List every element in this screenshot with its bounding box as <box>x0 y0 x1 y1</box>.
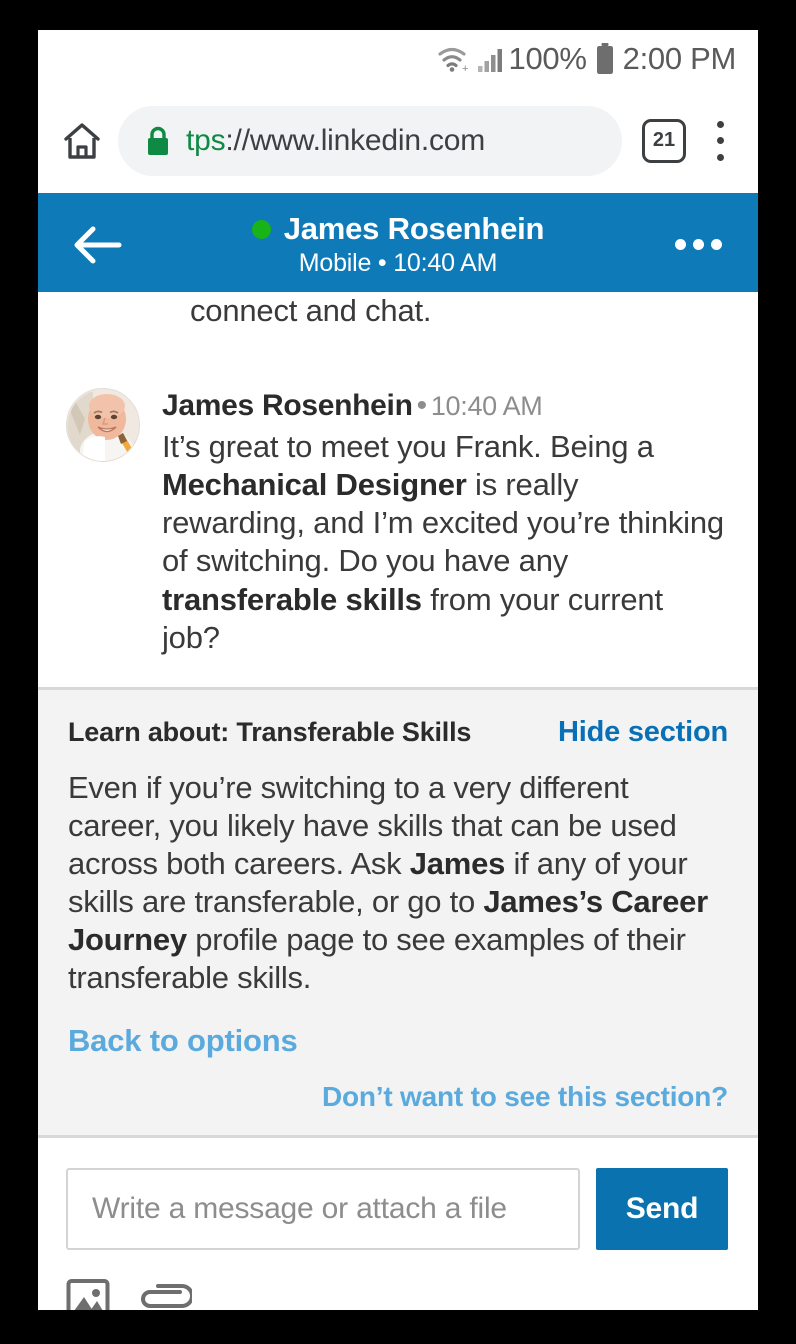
conversation-subtitle: Mobile • 10:40 AM <box>298 249 498 277</box>
back-to-options-link[interactable]: Back to options <box>68 1023 728 1059</box>
james-rosenhein-avatar[interactable] <box>66 388 140 462</box>
composer-row: Send <box>66 1167 728 1250</box>
url-text: tps://www.linkedin.com <box>186 124 485 158</box>
message-content: James Rosenhein • 10:40 AM It’s great to m… <box>162 388 728 657</box>
more-dot-2 <box>692 239 704 250</box>
conversation-title-block: James Rosenhein Mobile • 10:40 AM <box>130 211 666 278</box>
learn-section-title: Learn about: Transferable Skills <box>68 716 472 747</box>
conversation-header: James Rosenhein Mobile • 10:40 AM <box>38 193 758 296</box>
svg-text:+: + <box>462 63 468 74</box>
kebab-menu-icon[interactable] <box>700 118 740 164</box>
previous-message-tail: connect and chat. <box>190 293 432 328</box>
kebab-dot-3 <box>716 153 724 161</box>
conversation-name-row: James Rosenhein <box>251 211 545 247</box>
url-scheme: tps <box>186 123 226 157</box>
learn-about-section: Learn about: Transferable Skills Hide se… <box>38 686 758 1138</box>
message-text: It’s great to meet you Frank. Being a Me… <box>162 429 724 655</box>
message-separator: • <box>416 389 428 422</box>
phone-screen: + 100% 2:00 PM tps://www.linkedin.com 21… <box>38 30 758 1310</box>
tab-counter-button[interactable]: 21 <box>642 118 686 163</box>
status-bar: + 100% 2:00 PM <box>38 30 758 88</box>
message-author: James Rosenhein <box>162 389 413 422</box>
learn-section-header: Learn about: Transferable Skills Hide se… <box>68 716 728 749</box>
kebab-dot-2 <box>716 137 724 144</box>
learn-section-body: Even if you’re switching to a very diffe… <box>68 769 708 995</box>
status-icons: + 100% 2:00 PM <box>437 41 736 77</box>
attachment-row <box>66 1250 728 1310</box>
more-options-icon[interactable] <box>666 239 730 250</box>
message-meta: James Rosenhein • 10:40 AM <box>162 388 728 424</box>
message-composer: Send <box>38 1137 758 1310</box>
message-input[interactable] <box>66 1167 580 1250</box>
lock-secure-icon <box>148 126 168 155</box>
message-thread: connect and chat. James Rosenhein • 10:4… <box>38 292 758 687</box>
more-dot-3 <box>710 239 722 250</box>
message-timestamp: 10:40 AM <box>430 391 543 421</box>
avatar-photo <box>67 389 139 461</box>
browser-toolbar: tps://www.linkedin.com 21 <box>38 88 758 193</box>
url-host: ://www.linkedin.com <box>225 123 486 157</box>
send-button[interactable]: Send <box>596 1167 728 1250</box>
paperclip-attachment-icon[interactable] <box>136 1282 192 1310</box>
cellular-signal-icon <box>477 49 502 72</box>
message-item: James Rosenhein • 10:40 AM It’s great to m… <box>38 336 758 687</box>
status-clock: 2:00 PM <box>622 41 737 76</box>
conversation-contact-name: James Rosenhein <box>283 211 545 246</box>
image-attachment-icon[interactable] <box>66 1278 110 1310</box>
kebab-dot-1 <box>716 120 724 128</box>
back-button[interactable] <box>66 224 130 266</box>
battery-full-icon <box>596 43 613 74</box>
wifi-icon: + <box>437 47 468 74</box>
url-bar[interactable]: tps://www.linkedin.com <box>118 105 622 176</box>
dont-want-section-link[interactable]: Don’t want to see this section? <box>68 1081 728 1113</box>
home-icon[interactable] <box>60 118 104 164</box>
battery-percentage: 100% <box>508 41 587 76</box>
hide-section-link[interactable]: Hide section <box>558 716 728 749</box>
back-arrow-icon <box>74 226 122 263</box>
more-dot-1 <box>674 239 686 250</box>
online-status-dot <box>251 219 271 239</box>
